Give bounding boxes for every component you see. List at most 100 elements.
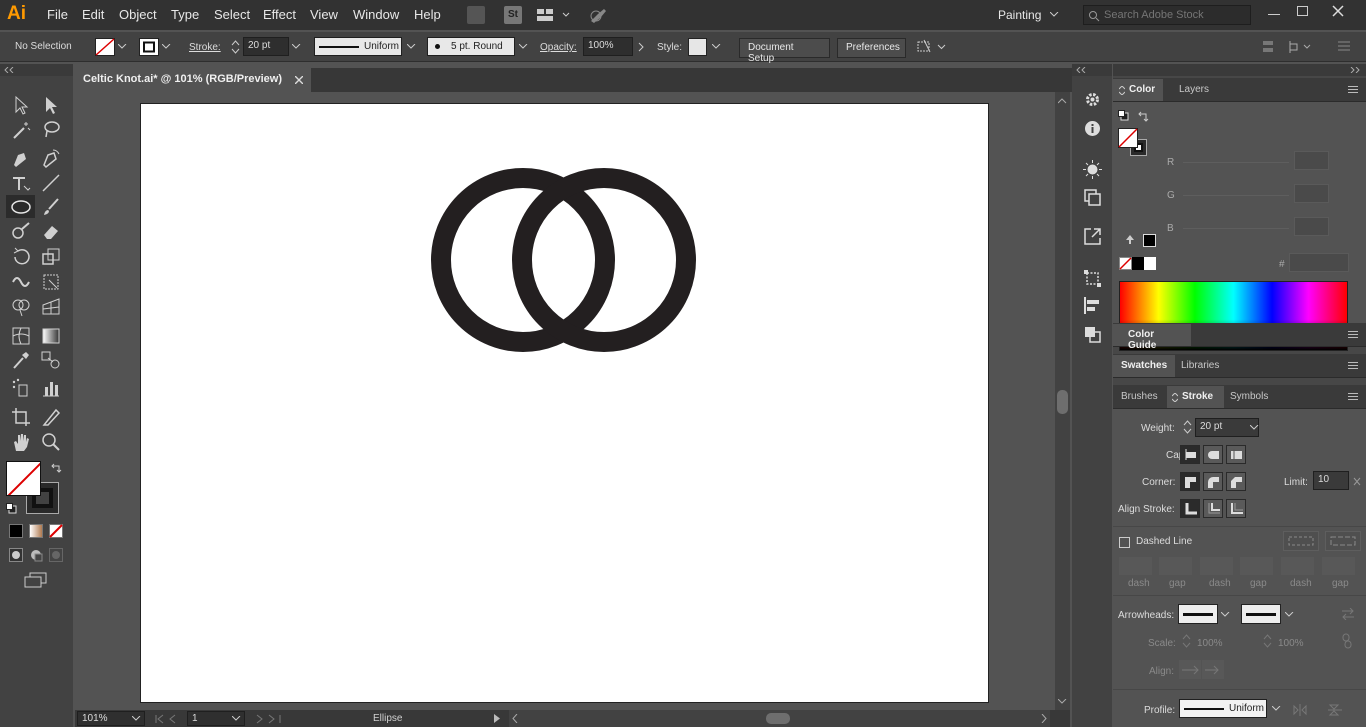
document-setup-button[interactable]: Document Setup [739,38,830,64]
tab-swatches[interactable]: Swatches [1113,355,1176,377]
transform-icon[interactable] [1288,40,1312,54]
chevron-down-icon[interactable] [1250,425,1259,431]
panel-options-icon[interactable] [1119,86,1125,95]
align-panel-icon[interactable] [1084,297,1101,314]
restore-icon[interactable] [1297,6,1308,16]
arrange-docs-icon[interactable] [537,8,571,22]
chevron-right-icon[interactable] [638,42,644,52]
chevron-down-icon[interactable] [1221,612,1230,618]
bridge-icon[interactable] [467,6,485,24]
shape-builder-tool-icon[interactable] [10,296,32,318]
gradient-mode-icon[interactable] [29,524,43,538]
status-menu-arrow-icon[interactable] [494,714,500,723]
butt-cap-button[interactable] [1180,445,1200,464]
start-arrowhead-select[interactable] [1178,604,1218,624]
stepper-icon[interactable] [231,39,240,55]
swap-colors-icon[interactable] [1138,111,1149,122]
channel-g-input[interactable] [1294,184,1329,203]
export-icon[interactable] [1084,228,1101,245]
tab-brushes[interactable]: Brushes [1113,386,1166,408]
menu-view[interactable]: View [310,7,338,22]
scroll-left-icon[interactable] [512,714,518,723]
pathfinder-icon[interactable] [1084,326,1101,343]
stroke-swatch[interactable] [139,38,159,56]
celtic-knot-artwork[interactable] [141,104,990,704]
rotate-tool-icon[interactable] [10,246,32,268]
stock-search-field[interactable] [1083,5,1251,25]
magic-wand-tool-icon[interactable] [10,119,32,141]
scale-tool-icon[interactable] [40,246,62,268]
end-arrowhead-select[interactable] [1241,604,1281,624]
document-tab[interactable]: Celtic Knot.ai* @ 101% (RGB/Preview) [75,68,311,92]
tab-symbols[interactable]: Symbols [1222,386,1276,408]
menu-window[interactable]: Window [353,7,399,22]
hand-tool-icon[interactable] [10,431,32,453]
eraser-tool-icon[interactable] [40,220,62,242]
tab-color-guide[interactable]: Color Guide [1113,324,1191,351]
stroke-label[interactable]: Stroke: [189,42,221,53]
free-transform-tool-icon[interactable] [40,271,62,293]
chevron-down-icon[interactable] [1285,612,1294,618]
menu-edit[interactable]: Edit [82,7,104,22]
symbol-sprayer-tool-icon[interactable] [10,377,32,399]
panel-menu-icon[interactable] [1348,362,1358,369]
vertical-scrollbar[interactable] [1055,92,1070,710]
h-scroll-thumb[interactable] [766,713,790,724]
out-of-gamut-icon[interactable] [1125,234,1135,245]
panel-menu-icon[interactable] [1348,86,1358,93]
panel-options-icon[interactable] [1172,393,1178,402]
next-last-artboard-icon[interactable] [255,714,283,724]
column-graph-tool-icon[interactable] [40,377,62,399]
end-scale-value[interactable]: 100% [1278,638,1304,649]
chevron-down-icon[interactable] [1272,706,1281,712]
chevron-down-icon[interactable] [712,44,721,50]
menu-effect[interactable]: Effect [263,7,296,22]
menu-help[interactable]: Help [414,7,441,22]
none-color-chip[interactable] [1119,257,1132,270]
first-prev-artboard-icon[interactable] [155,714,185,724]
workspace-switcher[interactable]: Painting [998,8,1041,22]
default-colors-icon[interactable] [6,503,17,514]
artboard[interactable] [140,103,989,703]
bevel-join-button[interactable] [1226,472,1246,491]
chevron-down-icon[interactable] [132,716,141,722]
scroll-down-icon[interactable] [1058,699,1067,705]
slice-tool-icon[interactable] [40,406,62,428]
none-mode-icon[interactable] [49,524,63,538]
eyedropper-tool-icon[interactable] [10,349,32,371]
swap-colors-icon[interactable] [50,462,62,474]
gap-3-input[interactable] [1322,557,1355,575]
variable-width-profile[interactable]: Uniform [314,37,402,56]
blend-tool-icon[interactable] [40,349,62,371]
hex-input[interactable] [1289,253,1349,272]
stepper-icon[interactable] [1183,419,1192,435]
dash-3-input[interactable] [1281,557,1314,575]
opacity-label[interactable]: Opacity: [540,42,577,53]
start-scale-value[interactable]: 100% [1197,638,1223,649]
panel-menu-icon[interactable] [1348,331,1358,338]
draw-normal-icon[interactable] [9,548,23,562]
preserve-dash-button[interactable] [1283,531,1319,551]
fill-color-swatch-front[interactable] [6,461,41,496]
stock-icon[interactable]: St [504,6,522,24]
screen-mode-icon[interactable] [24,572,48,588]
transform-panel-icon[interactable] [1084,270,1101,287]
menu-type[interactable]: Type [171,7,199,22]
menu-object[interactable]: Object [119,7,157,22]
dashed-line-checkbox[interactable] [1119,537,1130,548]
dash-2-input[interactable] [1200,557,1233,575]
graphic-styles-icon[interactable] [1084,189,1101,206]
line-segment-tool-icon[interactable] [40,172,62,194]
gear-icon[interactable] [1084,91,1101,108]
scroll-thumb[interactable] [1057,390,1068,414]
color-mode-icon[interactable] [9,524,23,538]
fill-swatch[interactable] [95,38,115,56]
close-icon[interactable] [295,76,303,84]
swap-arrowheads-icon[interactable] [1341,608,1355,620]
round-join-button[interactable] [1203,472,1223,491]
ellipse-tool-icon[interactable] [10,196,32,218]
minimize-icon[interactable] [1268,14,1280,15]
shaper-tool-icon[interactable] [10,220,32,242]
miter-join-button[interactable] [1180,472,1200,491]
graphic-style-swatch[interactable] [688,38,707,56]
